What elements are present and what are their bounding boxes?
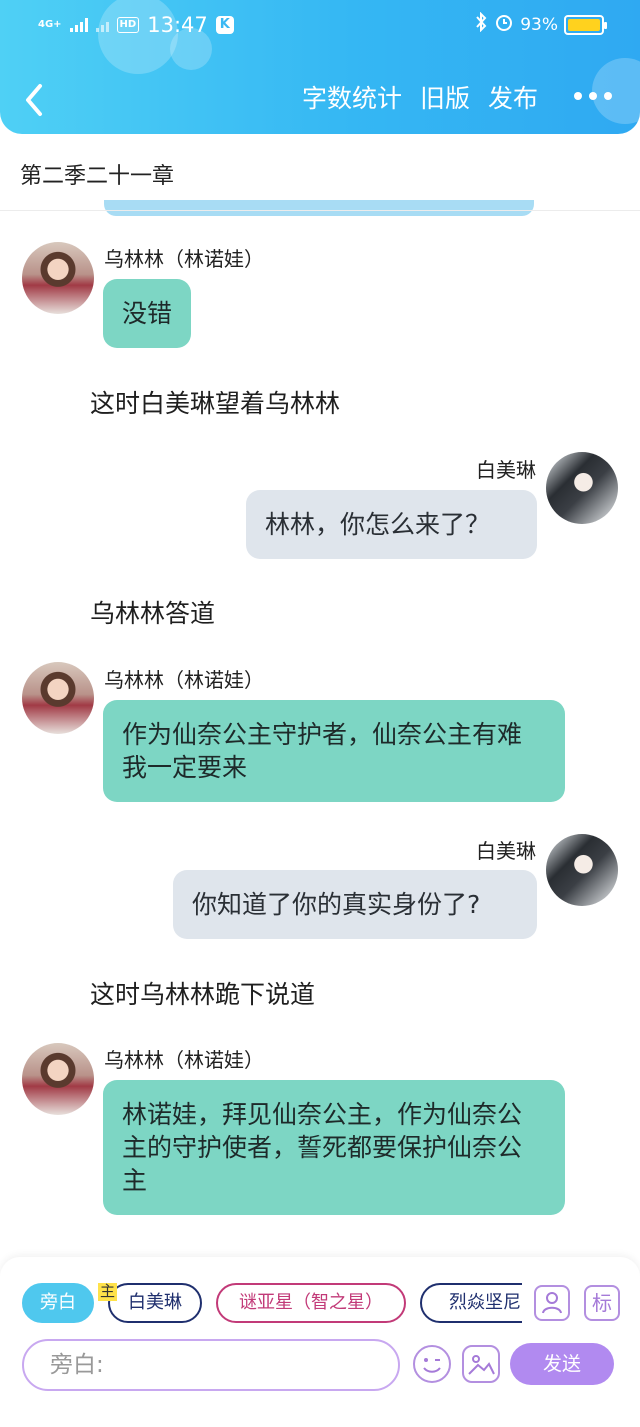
message-bubble[interactable]: 作为仙奈公主守护者，仙奈公主有难我一定要来 <box>103 700 565 802</box>
old-version-button[interactable]: 旧版 <box>420 82 470 116</box>
send-button[interactable]: 发送 <box>510 1343 614 1385</box>
header: 4G+ HD 13:47 K 93% 字数统计 旧版 发布 <box>0 0 640 134</box>
bluetooth-icon <box>474 11 488 37</box>
signal2-icon <box>95 18 109 32</box>
hd-icon: HD <box>116 17 140 33</box>
word-count-button[interactable]: 字数统计 <box>302 82 402 116</box>
role-chip-miyaxing[interactable]: 谜亚星（智之星） <box>216 1283 406 1323</box>
chapter-title: 第二季二十一章 <box>20 164 175 189</box>
role-chip-narration[interactable]: 旁白 <box>22 1283 94 1323</box>
character-icon[interactable] <box>534 1285 570 1321</box>
role-selector: 旁白 白美琳 主 谜亚星（智之星） 烈焱坚尼 <box>22 1283 522 1323</box>
narration-text[interactable]: 乌林林答道 <box>90 594 215 630</box>
role-chip-bai-meilin[interactable]: 白美琳 <box>108 1283 202 1323</box>
app-badge-icon: K <box>215 16 234 34</box>
speaker-name: 乌林林（林诺娃） <box>104 668 264 692</box>
message-bubble[interactable]: 没错 <box>103 279 192 348</box>
role-chip-lieyan[interactable]: 烈焱坚尼 <box>420 1283 522 1323</box>
network-label: 4G+ <box>38 19 62 30</box>
narration-text[interactable]: 这时白美琳望着乌林林 <box>90 384 340 420</box>
back-button[interactable] <box>20 82 50 118</box>
more-icon[interactable] <box>574 92 612 100</box>
chevron-left-icon <box>26 84 42 116</box>
speaker-name: 白美琳 <box>476 839 536 863</box>
divider <box>0 210 640 211</box>
speaker-name: 白美琳 <box>476 458 536 482</box>
avatar[interactable] <box>546 452 618 524</box>
speaker-name: 乌林林（林诺娃） <box>104 247 264 271</box>
avatar[interactable] <box>22 1043 94 1115</box>
narration-text[interactable]: 这时乌林林跪下说道 <box>90 975 315 1011</box>
status-bar: 4G+ HD 13:47 K 93% <box>0 0 640 52</box>
message-bubble[interactable]: 林诺娃，拜见仙奈公主，作为仙奈公主的守护使者，誓死都要保护仙奈公主 <box>103 1080 565 1215</box>
main-role-tag: 主 <box>98 1283 118 1301</box>
battery-percent: 93% <box>520 14 558 35</box>
speaker-name: 乌林林（林诺娃） <box>104 1048 264 1072</box>
image-icon[interactable] <box>462 1345 500 1383</box>
alarm-icon <box>494 12 514 37</box>
message-bubble[interactable]: 林林，你怎么来了？ <box>246 490 537 559</box>
previous-message-bubble <box>104 200 534 216</box>
tag-button[interactable]: 标 <box>584 1285 620 1321</box>
signal-icon <box>69 18 88 32</box>
avatar[interactable] <box>22 662 94 734</box>
clock: 13:47 <box>147 13 208 37</box>
emoji-icon[interactable] <box>413 1345 451 1383</box>
input-panel: 旁白 白美琳 主 谜亚星（智之星） 烈焱坚尼 标 旁白: 发送 <box>0 1257 640 1427</box>
battery-icon <box>564 14 607 35</box>
message-bubble[interactable]: 你知道了你的真实身份了? <box>173 870 537 939</box>
message-input[interactable]: 旁白: <box>22 1339 400 1391</box>
navbar: 字数统计 旧版 发布 <box>0 70 640 130</box>
avatar[interactable] <box>546 834 618 906</box>
avatar[interactable] <box>22 242 94 314</box>
publish-button[interactable]: 发布 <box>488 82 538 116</box>
